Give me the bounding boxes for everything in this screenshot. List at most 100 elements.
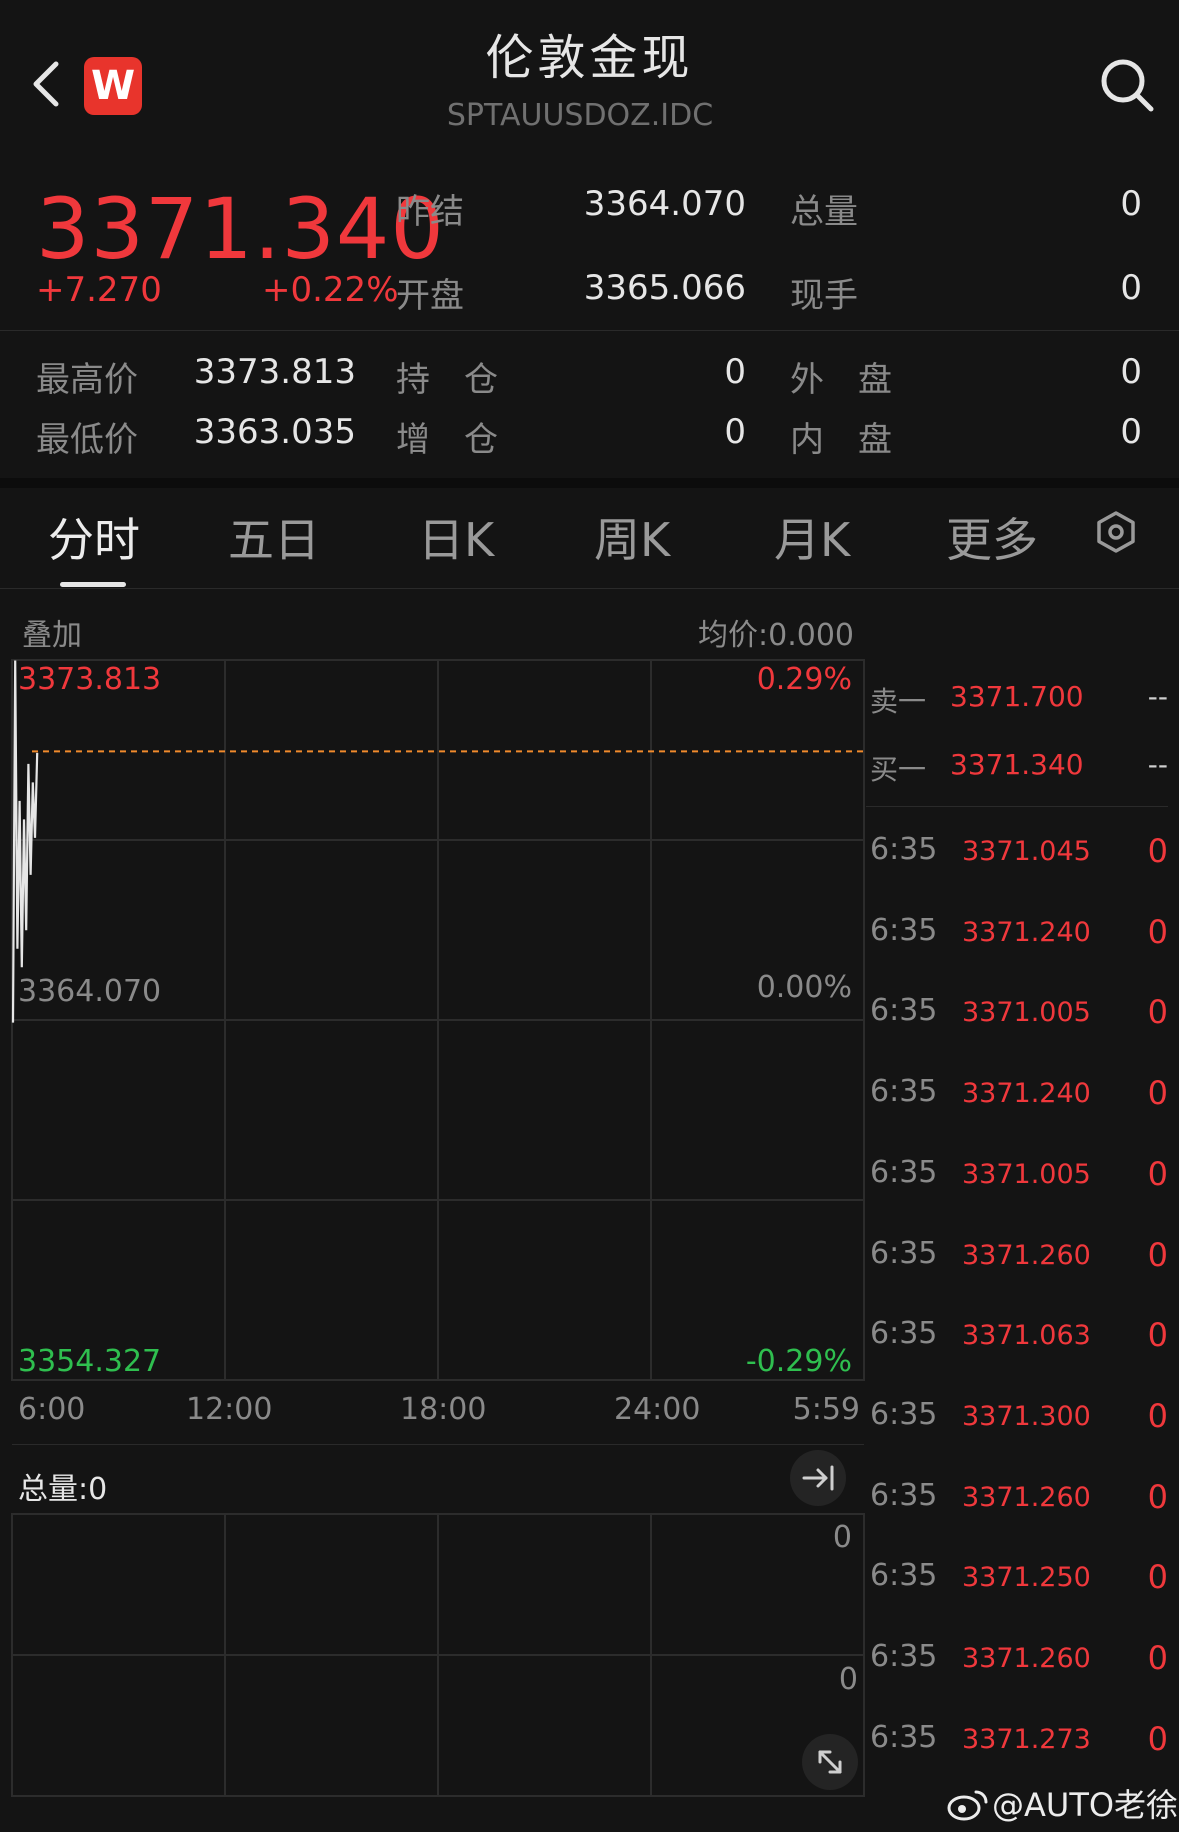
sell1-label: 卖一	[870, 685, 927, 718]
header-bar: W 伦敦金现 SPTAUUSDOZ.IDC	[0, 0, 1179, 150]
chart-settings-icon[interactable]	[1094, 510, 1138, 554]
expand-icon	[818, 1750, 842, 1774]
tick-row: 6:35 3371.250 0	[868, 1558, 1170, 1602]
tab-daily-k[interactable]: 日K	[418, 504, 494, 570]
tick-time: 6:35	[870, 1477, 938, 1513]
time-label: 12:00	[186, 1392, 273, 1427]
chart-mid-percent: 0.00%	[756, 970, 852, 1005]
weibo-logo-icon	[947, 1790, 988, 1821]
tick-volume: 0	[1147, 1558, 1168, 1597]
low-value: 3363.035	[193, 412, 356, 452]
prev-settle-value: 3364.070	[583, 184, 746, 224]
tick-price: 3371.260	[962, 1643, 1091, 1674]
time-label: 5:59	[792, 1392, 860, 1427]
outer-volume-label: 外 盘	[790, 360, 892, 400]
tick-price: 3371.005	[962, 1158, 1091, 1190]
price-change: +7.270	[36, 270, 162, 310]
overlay-button[interactable]: 叠加	[22, 610, 82, 654]
tick-time: 6:35	[870, 1074, 938, 1110]
price-change-percent: +0.22%	[262, 270, 399, 310]
intraday-price-chart[interactable]	[0, 650, 870, 1390]
tick-time: 6:35	[870, 1154, 938, 1190]
divider	[12, 1444, 864, 1445]
tick-price: 3371.250	[962, 1562, 1091, 1594]
price-line	[11, 660, 39, 1023]
tick-row: 6:35 3371.045 0	[868, 832, 1170, 876]
chart-top-price: 3373.813	[18, 662, 162, 697]
time-label: 18:00	[400, 1392, 487, 1427]
tick-time: 6:35	[870, 1316, 938, 1352]
tick-time: 6:35	[870, 912, 938, 948]
buy1-volume: --	[1147, 748, 1168, 781]
volume-axis-mid: 0	[838, 1662, 858, 1697]
chart-bottom-percent: -0.29%	[745, 1344, 852, 1379]
oi-change-label: 增 仓	[396, 420, 498, 460]
tab-weekly-k[interactable]: 周K	[594, 504, 670, 570]
tab-more[interactable]: 更多	[946, 504, 1038, 570]
tick-time: 6:35	[870, 993, 938, 1029]
divider	[866, 806, 1168, 807]
tick-row: 6:35 3371.273 0	[868, 1720, 1170, 1764]
average-price-label: 均价:0.000	[698, 618, 854, 653]
tick-volume: 0	[1147, 1316, 1168, 1355]
tick-price: 3371.240	[962, 916, 1091, 948]
tick-price: 3371.300	[962, 1400, 1091, 1432]
tick-volume: 0	[1147, 1477, 1168, 1516]
tick-time: 6:35	[870, 1396, 938, 1432]
tick-time: 6:35	[870, 1235, 938, 1271]
open-value: 3365.066	[583, 268, 746, 308]
tick-volume: 0	[1147, 1396, 1168, 1435]
high-label: 最高价	[36, 360, 138, 400]
watermark-text: @AUTO老徐	[992, 1786, 1179, 1824]
tick-price: 3371.063	[962, 1320, 1091, 1352]
tick-row: 6:35 3371.063 0	[868, 1316, 1170, 1360]
time-label: 6:00	[18, 1392, 86, 1427]
tick-time: 6:35	[870, 832, 938, 867]
tick-row: 6:35 3371.240 0	[868, 1074, 1170, 1118]
volume-axis-top: 0	[832, 1520, 852, 1555]
tick-row: 6:35 3371.300 0	[868, 1397, 1170, 1441]
search-icon[interactable]	[1098, 56, 1156, 114]
tick-time: 6:35	[870, 1558, 938, 1594]
page-title: 伦敦金现	[485, 30, 694, 86]
volume-total-label: 总量:0	[18, 1472, 108, 1507]
jump-to-end-icon	[802, 1465, 834, 1491]
open-label: 开盘	[396, 276, 464, 316]
tick-row: 6:35 3371.240 0	[868, 913, 1170, 957]
tick-price: 3371.045	[962, 836, 1091, 867]
tick-volume: 0	[1147, 832, 1168, 870]
tick-volume: 0	[1147, 1154, 1168, 1193]
time-label: 24:00	[614, 1392, 701, 1427]
oi-change-value: 0	[724, 412, 746, 452]
tick-time: 6:35	[870, 1719, 938, 1755]
tick-price: 3371.240	[962, 1078, 1091, 1110]
total-volume-value: 0	[1120, 184, 1142, 224]
tick-price: 3371.273	[962, 1723, 1091, 1755]
active-tab-indicator	[60, 582, 126, 587]
divider	[0, 588, 1179, 589]
tick-price: 3371.005	[962, 997, 1091, 1029]
prev-settle-label: 昨结	[396, 192, 464, 232]
tab-intraday[interactable]: 分时	[48, 504, 140, 570]
tick-time: 6:35	[870, 1639, 938, 1674]
tick-row: 6:35 3371.005 0	[868, 1155, 1170, 1199]
tick-price: 3371.260	[962, 1239, 1091, 1271]
tab-monthly-k[interactable]: 月K	[774, 504, 850, 570]
buy1-label: 买一	[870, 753, 927, 786]
current-hand-label: 现手	[790, 276, 858, 316]
tab-five-day[interactable]: 五日	[228, 504, 320, 570]
jump-to-latest-button[interactable]	[790, 1450, 846, 1506]
total-volume-label: 总量	[790, 192, 858, 232]
inner-volume-label: 内 盘	[790, 420, 892, 460]
volume-chart[interactable]	[0, 1510, 870, 1800]
section-gap	[0, 478, 1179, 488]
current-hand-value: 0	[1120, 268, 1142, 308]
divider	[0, 330, 1179, 331]
sell1-price: 3371.700	[950, 680, 1084, 713]
tick-volume: 0	[1147, 1639, 1168, 1677]
tick-volume: 0	[1147, 993, 1168, 1032]
low-label: 最低价	[36, 420, 138, 460]
instrument-code: SPTAUUSDOZ.IDC	[446, 98, 714, 133]
fullscreen-button[interactable]	[802, 1734, 858, 1790]
tick-row: 6:35 3371.260 0	[868, 1478, 1170, 1522]
